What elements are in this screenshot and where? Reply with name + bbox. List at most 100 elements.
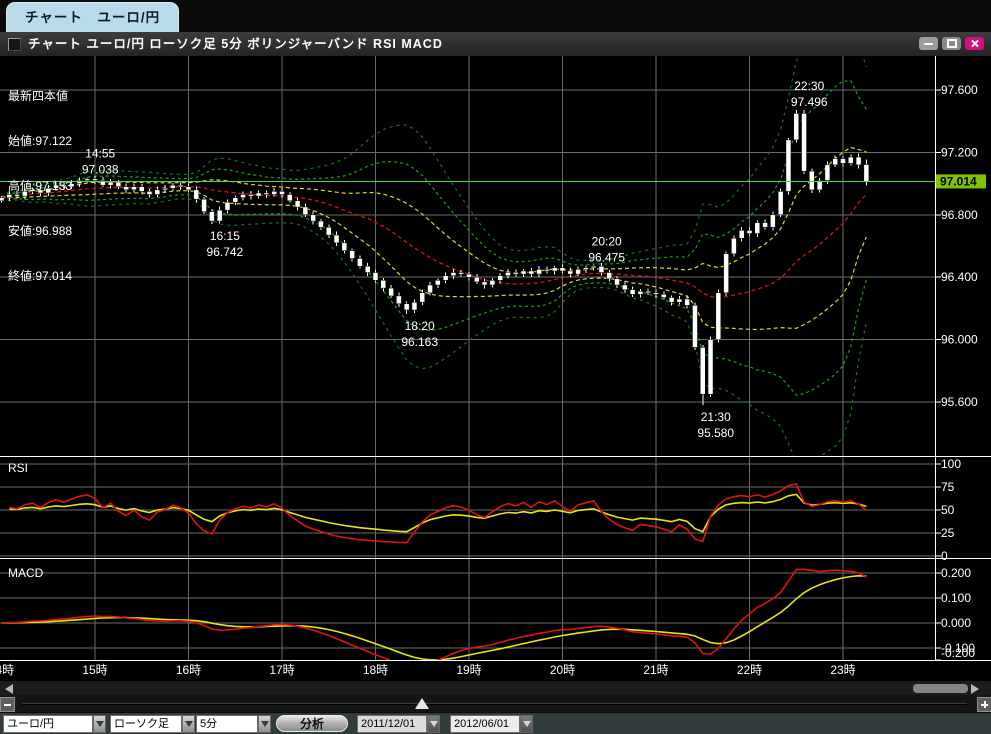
zoom-out-button[interactable] [0, 697, 15, 712]
svg-text:14:55: 14:55 [85, 147, 115, 161]
zoom-slider-row [0, 695, 991, 712]
chevron-down-icon [430, 721, 438, 727]
rsi-panel: RSI [8, 461, 866, 543]
plus-icon [981, 701, 988, 708]
svg-text:50: 50 [941, 503, 955, 517]
window-controls [919, 37, 984, 50]
grid-lines [0, 56, 935, 660]
date-from-arrow-button[interactable] [427, 715, 440, 733]
minimize-button[interactable] [919, 37, 938, 50]
maximize-icon [947, 39, 957, 48]
zoom-slider-thumb[interactable] [415, 698, 429, 709]
svg-text:97.200: 97.200 [941, 145, 978, 159]
svg-text:17時: 17時 [269, 663, 294, 677]
svg-text:96.742: 96.742 [207, 245, 244, 259]
control-bar: ユーロ/円 ローソク足 5分 分析 2011/12/01 2012/06/01 [0, 712, 991, 734]
chart-type-dropdown[interactable]: ローソク足 [110, 715, 195, 733]
svg-text:95.600: 95.600 [941, 395, 978, 409]
svg-text:95.580: 95.580 [697, 426, 734, 440]
svg-text:96.163: 96.163 [401, 335, 438, 349]
maximize-button[interactable] [942, 37, 961, 50]
scroll-right-icon[interactable] [971, 684, 979, 694]
price-axis-labels: 97.600 97.200 96.800 96.400 96.000 95.600 100 7… [935, 83, 978, 660]
svg-text:21:30: 21:30 [701, 410, 731, 424]
svg-text:97.014: 97.014 [940, 174, 977, 188]
macd-panel: MACD [2, 566, 867, 667]
date-from-dropdown[interactable]: 2011/12/01 [357, 715, 440, 733]
svg-text:0.100: 0.100 [941, 591, 971, 605]
zoom-in-button[interactable] [977, 697, 991, 712]
svg-text:0: 0 [941, 549, 948, 563]
time-axis-labels: 14時 15時 16時 17時 18時 19時 20時 21時 22時 23時 [0, 663, 856, 677]
pair-dropdown[interactable]: ユーロ/円 [3, 715, 106, 733]
interval-dropdown[interactable]: 5分 [196, 715, 271, 733]
date-to-dropdown[interactable]: 2012/06/01 [450, 715, 533, 733]
svg-text:100: 100 [941, 457, 961, 471]
svg-text:22:30: 22:30 [794, 79, 824, 93]
quote-open: 始値:97.122 [8, 134, 72, 149]
zoom-slider-track[interactable] [22, 703, 967, 705]
svg-text:18時: 18時 [363, 663, 388, 677]
chart-svg: 97.014 14:55 97.038 16:15 96.742 18:20 96.163 2… [0, 56, 991, 680]
quote-panel: 最新四本値 始値:97.122 高値:97.153 安値:96.988 終値:9… [8, 59, 72, 314]
minimize-icon [924, 43, 933, 45]
svg-text:75: 75 [941, 480, 955, 494]
window-menu-icon[interactable] [8, 38, 21, 51]
svg-text:97.038: 97.038 [82, 163, 119, 177]
interval-dropdown-value: 5分 [196, 715, 258, 733]
chevron-down-icon [261, 721, 269, 727]
svg-text:96.800: 96.800 [941, 208, 978, 222]
minus-icon [4, 704, 11, 706]
quote-low: 安値:96.988 [8, 224, 72, 239]
svg-text:22時: 22時 [737, 663, 762, 677]
titlebar[interactable]: チャート ユーロ/円 ローソク足 5分 ボリンジャーバンド RSI MACD [0, 32, 991, 57]
svg-text:-0.200: -0.200 [941, 646, 975, 660]
svg-text:19時: 19時 [456, 663, 481, 677]
date-from-value: 2011/12/01 [357, 715, 427, 733]
chart-type-dropdown-value: ローソク足 [110, 715, 182, 733]
svg-text:14時: 14時 [0, 663, 14, 677]
svg-text:97.496: 97.496 [791, 95, 828, 109]
quote-close: 終値:97.014 [8, 269, 72, 284]
svg-text:25: 25 [941, 526, 955, 540]
pair-dropdown-value: ユーロ/円 [3, 715, 93, 733]
analyze-button[interactable]: 分析 [276, 715, 348, 732]
interval-dropdown-arrow-button[interactable] [258, 715, 271, 733]
chart-canvas[interactable]: 97.014 14:55 97.038 16:15 96.742 18:20 96.163 2… [0, 56, 991, 680]
svg-text:21時: 21時 [643, 663, 668, 677]
pair-dropdown-arrow-button[interactable] [93, 715, 106, 733]
quote-title: 最新四本値 [8, 89, 72, 104]
svg-text:15時: 15時 [82, 663, 107, 677]
svg-text:96.400: 96.400 [941, 270, 978, 284]
quote-high: 高値:97.153 [8, 179, 72, 194]
chart-type-dropdown-arrow-button[interactable] [182, 715, 195, 733]
svg-text:MACD: MACD [8, 566, 44, 580]
window-title: チャート ユーロ/円 ローソク足 5分 ボリンジャーバンド RSI MACD [28, 32, 443, 56]
svg-text:18:20: 18:20 [405, 319, 435, 333]
scrollbar-thumb[interactable] [913, 684, 968, 693]
chart-window: チャート ユーロ/円 チャート ユーロ/円 ローソク足 5分 ボリンジャーバンド… [0, 0, 991, 734]
svg-text:96.475: 96.475 [588, 251, 625, 265]
chevron-down-icon [96, 721, 104, 727]
date-to-arrow-button[interactable] [520, 715, 533, 733]
svg-text:RSI: RSI [8, 461, 28, 475]
scroll-left-icon[interactable] [5, 684, 13, 694]
svg-text:20時: 20時 [550, 663, 575, 677]
svg-text:96.000: 96.000 [941, 333, 978, 347]
svg-text:16時: 16時 [176, 663, 201, 677]
svg-text:0.000: 0.000 [941, 616, 971, 630]
close-button[interactable] [965, 37, 984, 50]
tab-row: チャート ユーロ/円 [0, 0, 991, 32]
svg-text:20:20: 20:20 [592, 235, 622, 249]
tab-label: チャート ユーロ/円 [25, 10, 160, 25]
chevron-down-icon [185, 721, 193, 727]
panel-separators [0, 56, 991, 661]
svg-text:23時: 23時 [830, 663, 855, 677]
tab-chart-eurjpy[interactable]: チャート ユーロ/円 [6, 2, 179, 32]
date-to-value: 2012/06/01 [450, 715, 520, 733]
current-price-line: 97.014 [0, 174, 986, 188]
svg-text:97.600: 97.600 [941, 83, 978, 97]
svg-text:16:15: 16:15 [210, 229, 240, 243]
svg-text:0.200: 0.200 [941, 566, 971, 580]
price-annotations: 14:55 97.038 16:15 96.742 18:20 96.163 20:20 96… [82, 79, 828, 440]
